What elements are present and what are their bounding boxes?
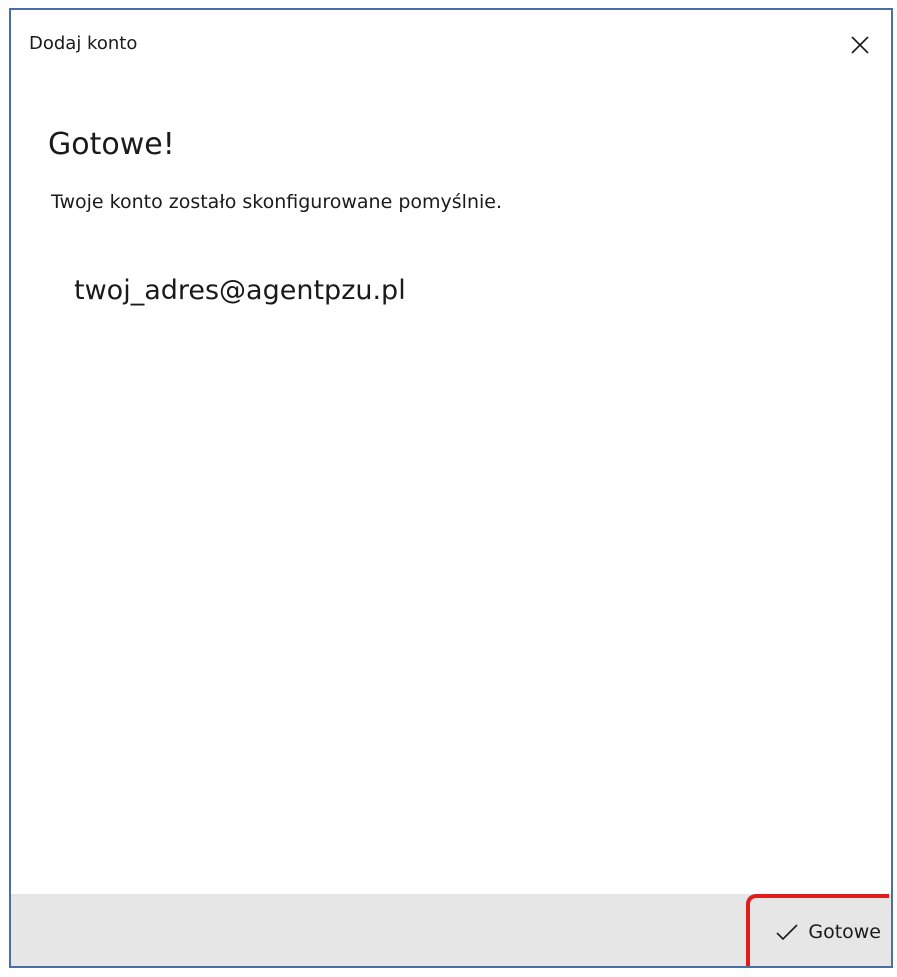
title-bar: Dodaj konto: [11, 10, 891, 80]
page-title: Gotowe!: [48, 127, 175, 162]
dialog-title: Dodaj konto: [29, 33, 138, 54]
close-button[interactable]: [843, 28, 877, 62]
done-button[interactable]: Gotowe: [746, 894, 889, 966]
checkmark-icon: [776, 924, 798, 941]
dialog-footer: Gotowe: [11, 894, 891, 966]
success-message: Twoje konto zostało skonfigurowane pomyś…: [51, 191, 502, 213]
add-account-dialog: Dodaj konto Gotowe! Twoje konto zostało …: [9, 8, 893, 968]
close-icon: [851, 36, 869, 54]
done-button-label: Gotowe: [808, 921, 881, 943]
account-email: twoj_adres@agentpzu.pl: [74, 275, 406, 306]
